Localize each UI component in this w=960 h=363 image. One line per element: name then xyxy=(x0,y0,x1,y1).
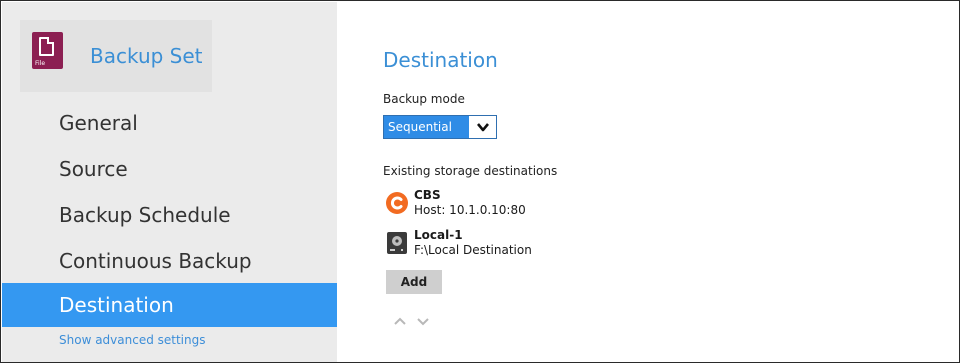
reorder-arrows xyxy=(394,317,429,326)
destination-name: CBS xyxy=(414,188,441,202)
destination-detail: F:\Local Destination xyxy=(414,243,532,257)
chevron-down-icon xyxy=(477,123,489,132)
destination-item-local-1[interactable]: Local-1 F:\Local Destination xyxy=(386,228,686,264)
local-disk-icon xyxy=(387,232,407,254)
add-button[interactable]: Add xyxy=(386,270,442,294)
backup-mode-label: Backup mode xyxy=(383,92,465,106)
sidebar-item-destination[interactable]: Destination xyxy=(2,283,337,327)
sidebar-item-general[interactable]: General xyxy=(2,101,337,145)
file-backup-set-icon: File xyxy=(32,32,63,69)
sidebar-item-backup-schedule[interactable]: Backup Schedule xyxy=(2,193,337,237)
sidebar-item-continuous-backup[interactable]: Continuous Backup xyxy=(2,239,337,283)
move-down-icon[interactable] xyxy=(417,318,429,326)
backup-mode-value: Sequential xyxy=(384,116,469,138)
cbs-icon xyxy=(386,192,408,214)
move-up-icon[interactable] xyxy=(394,317,406,325)
destination-name: Local-1 xyxy=(414,228,463,242)
sidebar-title: Backup Set xyxy=(90,44,203,68)
window: File Backup Set General Source Backup Sc… xyxy=(0,0,960,363)
existing-destinations-label: Existing storage destinations xyxy=(383,164,558,178)
sidebar-item-source[interactable]: Source xyxy=(2,147,337,191)
backup-mode-select[interactable]: Sequential xyxy=(383,115,497,139)
app-icon-tag: File xyxy=(35,60,46,67)
main-panel: Destination Backup mode Sequential Exist… xyxy=(383,1,943,361)
destination-detail: Host: 10.1.0.10:80 xyxy=(414,203,526,217)
page-title: Destination xyxy=(383,48,498,72)
sidebar: File Backup Set General Source Backup Sc… xyxy=(2,2,337,362)
show-advanced-settings-link[interactable]: Show advanced settings xyxy=(59,333,206,347)
destination-item-cbs[interactable]: CBS Host: 10.1.0.10:80 xyxy=(386,188,686,224)
sidebar-header: File Backup Set xyxy=(20,20,212,92)
